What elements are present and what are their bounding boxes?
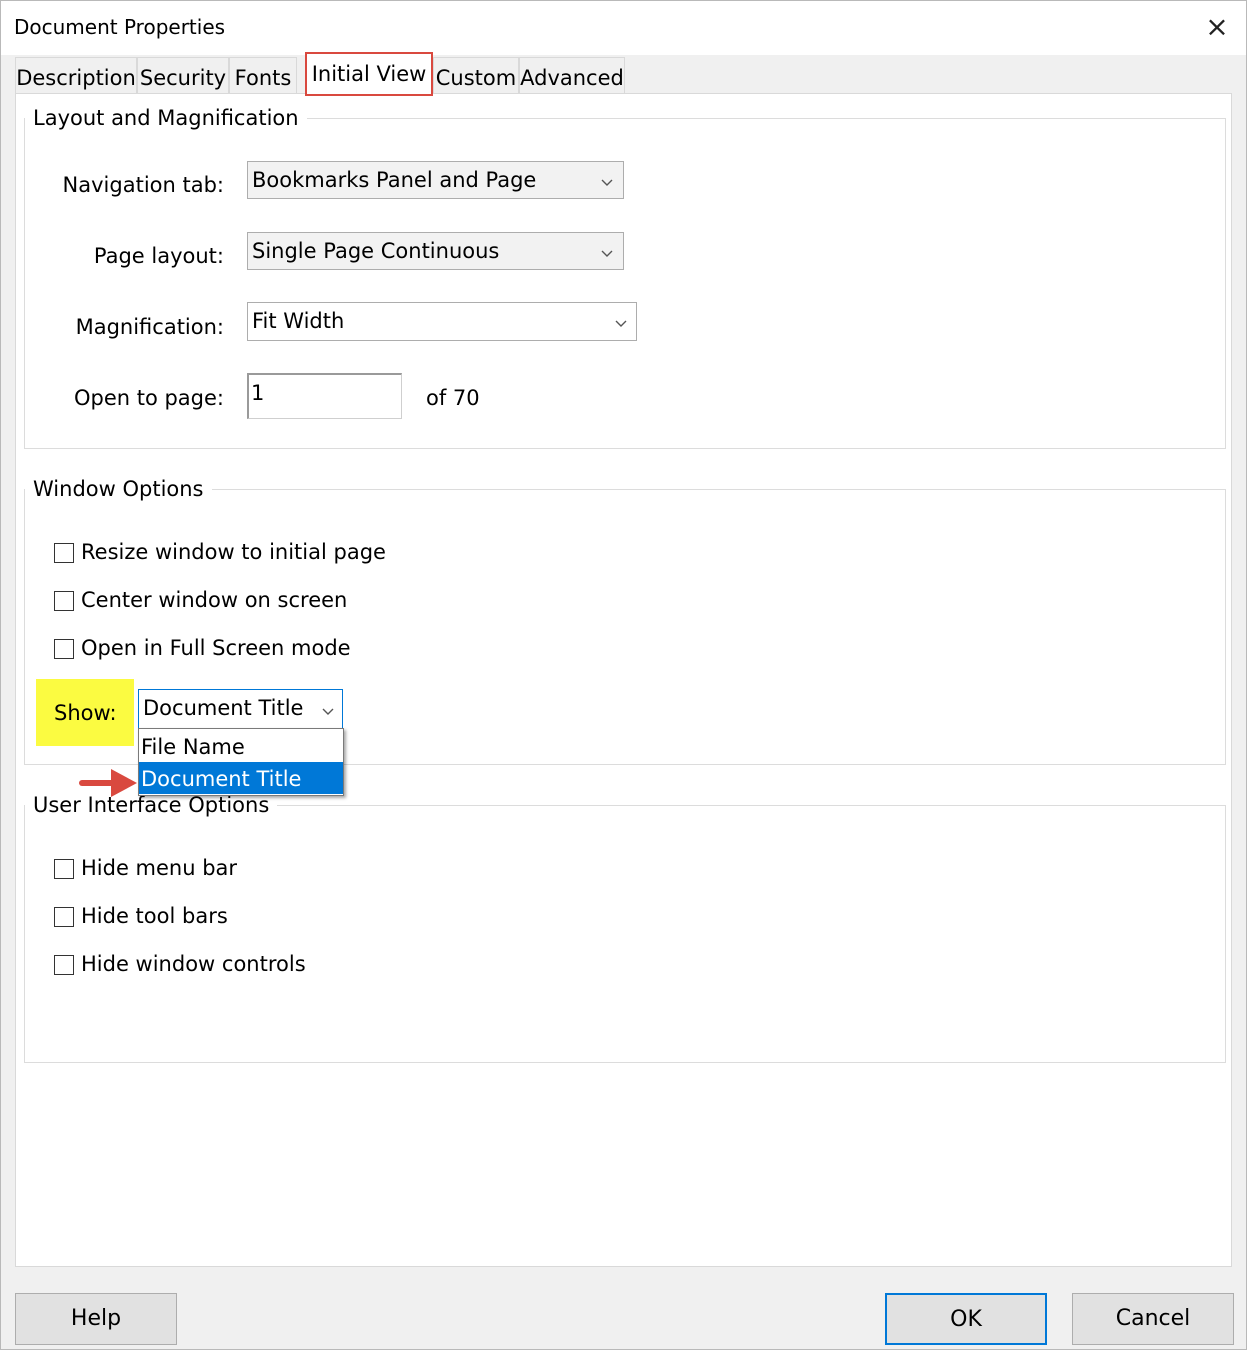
navigation-tab-select[interactable]: Bookmarks Panel and Page [247,161,624,199]
checkbox-box[interactable] [54,639,74,659]
checkbox-label: Open in Full Screen mode [81,636,351,660]
show-select[interactable]: Document Title [138,689,343,729]
dropdown-option-document-title[interactable]: Document Title [139,762,343,794]
chevron-down-icon [313,691,343,727]
show-dropdown-list: File Name Document Title [138,728,344,796]
close-icon: × [1205,10,1229,43]
checkbox-box[interactable] [54,591,74,611]
tab-advanced[interactable]: Advanced [519,57,625,93]
page-layout-label: Page layout: [93,244,224,268]
tab-custom[interactable]: Custom [433,57,519,93]
checkbox-label: Center window on screen [81,588,348,612]
help-button[interactable]: Help [15,1293,177,1345]
magnification-select[interactable]: Fit Width [247,302,637,341]
checkbox-label: Hide window controls [81,952,306,976]
checkbox-label: Hide tool bars [81,904,228,928]
window-options-title: Window Options [25,477,212,501]
navigation-tab-value: Bookmarks Panel and Page [252,168,537,192]
navigation-tab-label: Navigation tab: [62,173,224,197]
tab-fonts[interactable]: Fonts [229,57,297,93]
title-bar: Document Properties × [1,1,1246,55]
magnification-label: Magnification: [75,315,224,339]
close-button[interactable]: × [1193,7,1241,49]
red-arrow-icon [79,769,137,797]
open-to-page-label: Open to page: [73,386,224,410]
checkbox-box[interactable] [54,907,74,927]
magnification-value: Fit Width [252,309,345,333]
chevron-down-icon [592,162,622,198]
chevron-down-icon [592,233,622,269]
page-count-text: of 70 [426,386,480,410]
show-label: Show: [54,701,117,725]
tab-initial-view[interactable]: Initial View [305,52,433,96]
open-to-page-input[interactable]: 1 [247,373,402,419]
page-layout-select[interactable]: Single Page Continuous [247,232,624,270]
ok-button[interactable]: OK [885,1293,1047,1345]
dropdown-option-file-name[interactable]: File Name [139,730,343,762]
checkbox-label: Resize window to initial page [81,540,386,564]
checkbox-box[interactable] [54,955,74,975]
tab-security[interactable]: Security [137,57,229,93]
tab-description[interactable]: Description [15,57,137,93]
checkbox-box[interactable] [54,859,74,879]
layout-magnification-title: Layout and Magnification [25,106,307,130]
chevron-down-icon [606,303,636,339]
user-interface-options-group [24,805,1226,1063]
cancel-button[interactable]: Cancel [1072,1293,1234,1345]
checkbox-label: Hide menu bar [81,856,238,880]
document-properties-dialog: Document Properties × Description Securi… [0,0,1247,1350]
user-interface-options-title: User Interface Options [25,793,278,817]
page-layout-value: Single Page Continuous [252,239,500,263]
dialog-title: Document Properties [14,15,226,39]
checkbox-box[interactable] [54,543,74,563]
show-value: Document Title [143,696,304,720]
